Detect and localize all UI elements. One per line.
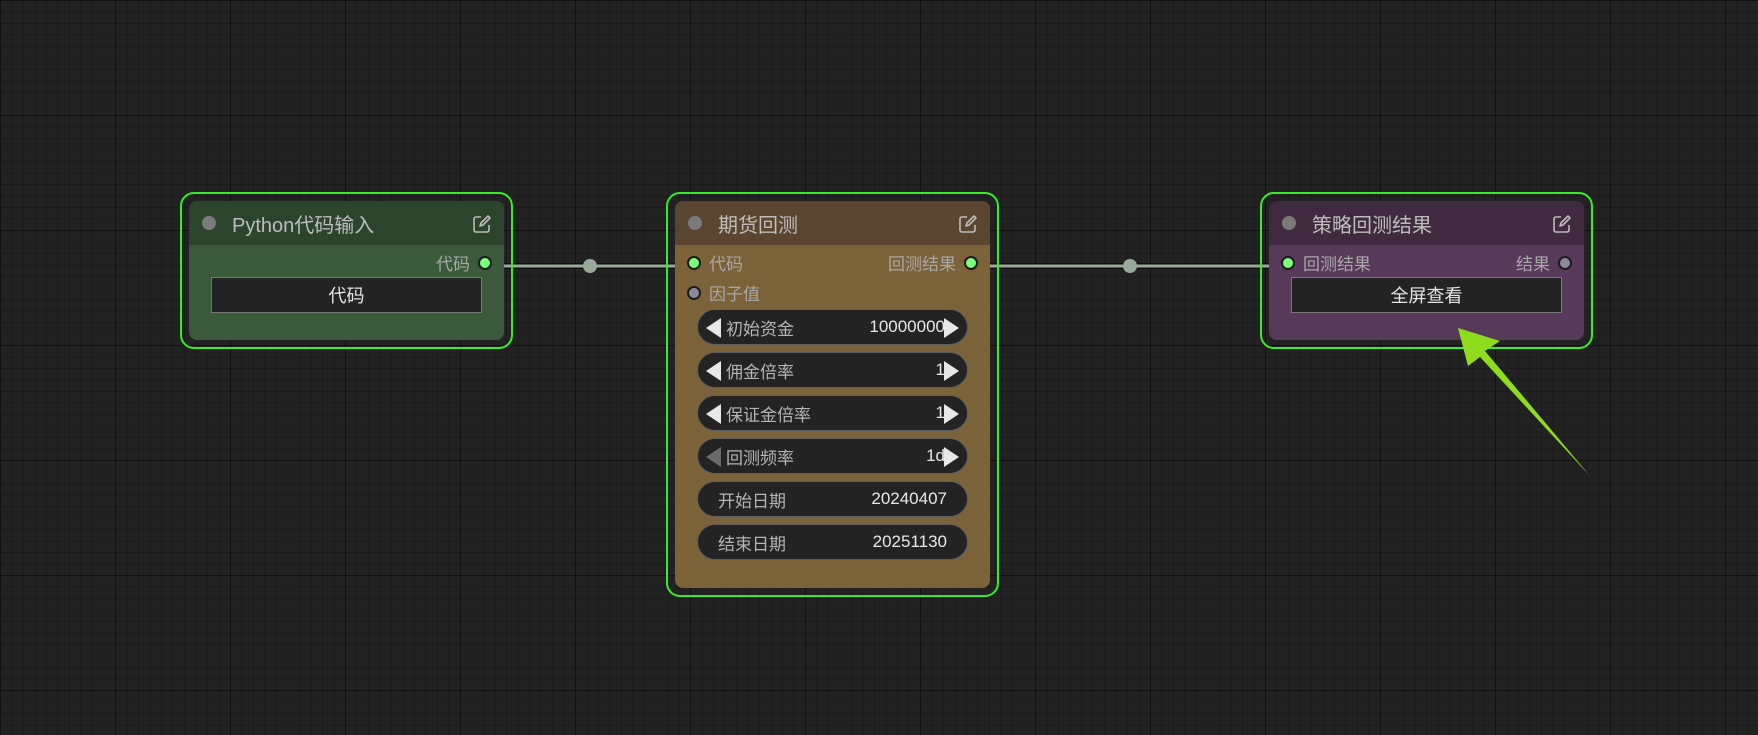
port-label: 代码 bbox=[709, 255, 743, 274]
end-date-field[interactable]: 结束日期 20251130 bbox=[697, 524, 968, 560]
widget-label: 结束日期 bbox=[718, 534, 786, 554]
link-midpoint[interactable] bbox=[1123, 259, 1137, 273]
strategy-backtest-result-node[interactable]: 策略回测结果 回测结果 结果 全屏查看 bbox=[1260, 192, 1593, 349]
node-title: 期货回测 bbox=[718, 214, 798, 237]
edit-icon[interactable] bbox=[958, 214, 978, 234]
collapse-dot[interactable] bbox=[1282, 216, 1296, 230]
margin-multiplier-widget[interactable]: 保证金倍率 1 bbox=[697, 395, 968, 431]
left-arrow-icon[interactable] bbox=[706, 447, 721, 467]
left-arrow-icon[interactable] bbox=[706, 404, 721, 424]
widget-label: 回测频率 bbox=[726, 448, 794, 468]
link-backtest-to-result[interactable] bbox=[977, 259, 1284, 273]
widget-value[interactable]: 20240407 bbox=[871, 489, 947, 509]
widget-value[interactable]: 20251130 bbox=[873, 532, 947, 552]
input-port-backtest-result[interactable]: 回测结果 bbox=[1281, 250, 1371, 275]
initial-capital-widget[interactable]: 初始资金 10000000 bbox=[697, 309, 968, 345]
port-label: 结果 bbox=[1516, 255, 1550, 274]
start-date-field[interactable]: 开始日期 20240407 bbox=[697, 481, 968, 517]
fullscreen-view-button[interactable]: 全屏查看 bbox=[1291, 277, 1562, 313]
node-title: Python代码输入 bbox=[232, 214, 375, 237]
output-port-backtest-result[interactable]: 回测结果 bbox=[888, 250, 978, 275]
futures-backtest-node[interactable]: 期货回测 代码 回测结果 因子值 初始资金 10000000 佣金倍率 1 保证… bbox=[666, 192, 999, 597]
port-label: 回测结果 bbox=[1303, 255, 1371, 274]
link-python-to-backtest[interactable] bbox=[491, 259, 689, 273]
link-midpoint[interactable] bbox=[583, 259, 597, 273]
node-title-bar[interactable]: 期货回测 bbox=[675, 201, 990, 245]
right-arrow-icon[interactable] bbox=[944, 447, 959, 467]
port-connector[interactable] bbox=[687, 285, 701, 300]
port-label: 因子值 bbox=[709, 285, 760, 304]
right-arrow-icon[interactable] bbox=[944, 361, 959, 381]
widget-value[interactable]: 10000000 bbox=[869, 317, 945, 337]
node-title: 策略回测结果 bbox=[1312, 214, 1432, 237]
commission-multiplier-widget[interactable]: 佣金倍率 1 bbox=[697, 352, 968, 388]
widget-label: 初始资金 bbox=[726, 319, 794, 339]
edit-icon[interactable] bbox=[472, 214, 492, 234]
collapse-dot[interactable] bbox=[202, 216, 216, 230]
node-title-bar[interactable]: Python代码输入 bbox=[189, 201, 504, 245]
port-label: 回测结果 bbox=[888, 255, 956, 274]
left-arrow-icon[interactable] bbox=[706, 361, 721, 381]
python-code-input-node[interactable]: Python代码输入 代码 代码 bbox=[180, 192, 513, 349]
widget-label: 开始日期 bbox=[718, 491, 786, 511]
code-button[interactable]: 代码 bbox=[211, 277, 482, 313]
edit-icon[interactable] bbox=[1552, 214, 1572, 234]
widget-label: 佣金倍率 bbox=[726, 362, 794, 382]
widget-value[interactable]: 1d bbox=[926, 446, 945, 466]
output-port-result[interactable]: 结果 bbox=[1516, 250, 1572, 275]
backtest-frequency-widget[interactable]: 回测频率 1d bbox=[697, 438, 968, 474]
port-label: 代码 bbox=[436, 255, 470, 274]
input-port-code[interactable]: 代码 bbox=[687, 250, 743, 275]
input-port-factor[interactable]: 因子值 bbox=[687, 280, 760, 305]
port-connector[interactable] bbox=[964, 255, 978, 270]
port-connector[interactable] bbox=[478, 255, 492, 270]
port-connector[interactable] bbox=[1558, 255, 1572, 270]
node-title-bar[interactable]: 策略回测结果 bbox=[1269, 201, 1584, 245]
collapse-dot[interactable] bbox=[688, 216, 702, 230]
right-arrow-icon[interactable] bbox=[944, 318, 959, 338]
port-connector[interactable] bbox=[1281, 255, 1295, 270]
output-port-code[interactable]: 代码 bbox=[436, 250, 492, 275]
port-connector[interactable] bbox=[687, 255, 701, 270]
right-arrow-icon[interactable] bbox=[944, 404, 959, 424]
widget-label: 保证金倍率 bbox=[726, 405, 811, 425]
left-arrow-icon[interactable] bbox=[706, 318, 721, 338]
